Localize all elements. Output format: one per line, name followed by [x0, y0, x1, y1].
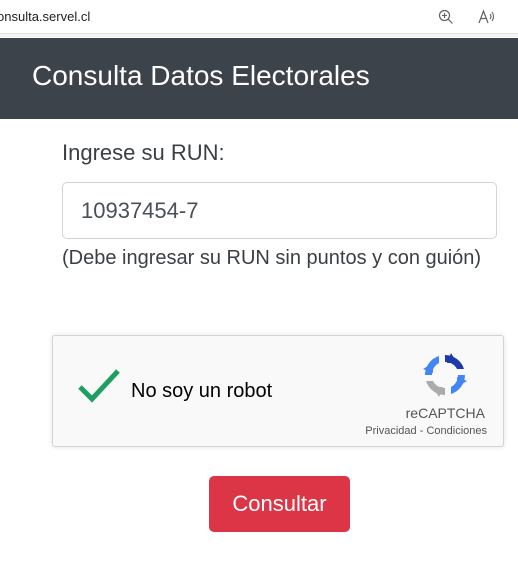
checkmark-icon	[78, 369, 120, 403]
site-header: Consulta Datos Electorales	[0, 38, 518, 119]
recaptcha-label[interactable]: No soy un robot	[131, 380, 272, 403]
run-hint: (Debe ingresar su RUN sin puntos y con g…	[62, 247, 482, 269]
consultar-button[interactable]: Consultar	[209, 476, 350, 532]
read-aloud-icon[interactable]	[476, 6, 498, 28]
run-input[interactable]	[62, 182, 497, 239]
terms-link[interactable]: Condiciones	[426, 425, 487, 437]
privacy-link[interactable]: Privacidad	[365, 425, 416, 437]
recaptcha-checkbox[interactable]	[77, 366, 123, 406]
recaptcha-logo-icon	[421, 351, 469, 399]
link-separator: -	[419, 425, 424, 437]
recaptcha-widget: No soy un robot reCAPTCHA Privacidad - C…	[52, 335, 504, 447]
recaptcha-brand: reCAPTCHA	[405, 405, 485, 421]
recaptcha-links: Privacidad - Condiciones	[365, 425, 487, 437]
page-title: Consulta Datos Electorales	[32, 60, 370, 91]
run-label: Ingrese su RUN:	[62, 140, 225, 165]
zoom-icon[interactable]	[435, 6, 457, 28]
browser-address-bar[interactable]: onsulta.servel.cl	[0, 0, 518, 37]
url-text[interactable]: onsulta.servel.cl	[0, 9, 90, 24]
